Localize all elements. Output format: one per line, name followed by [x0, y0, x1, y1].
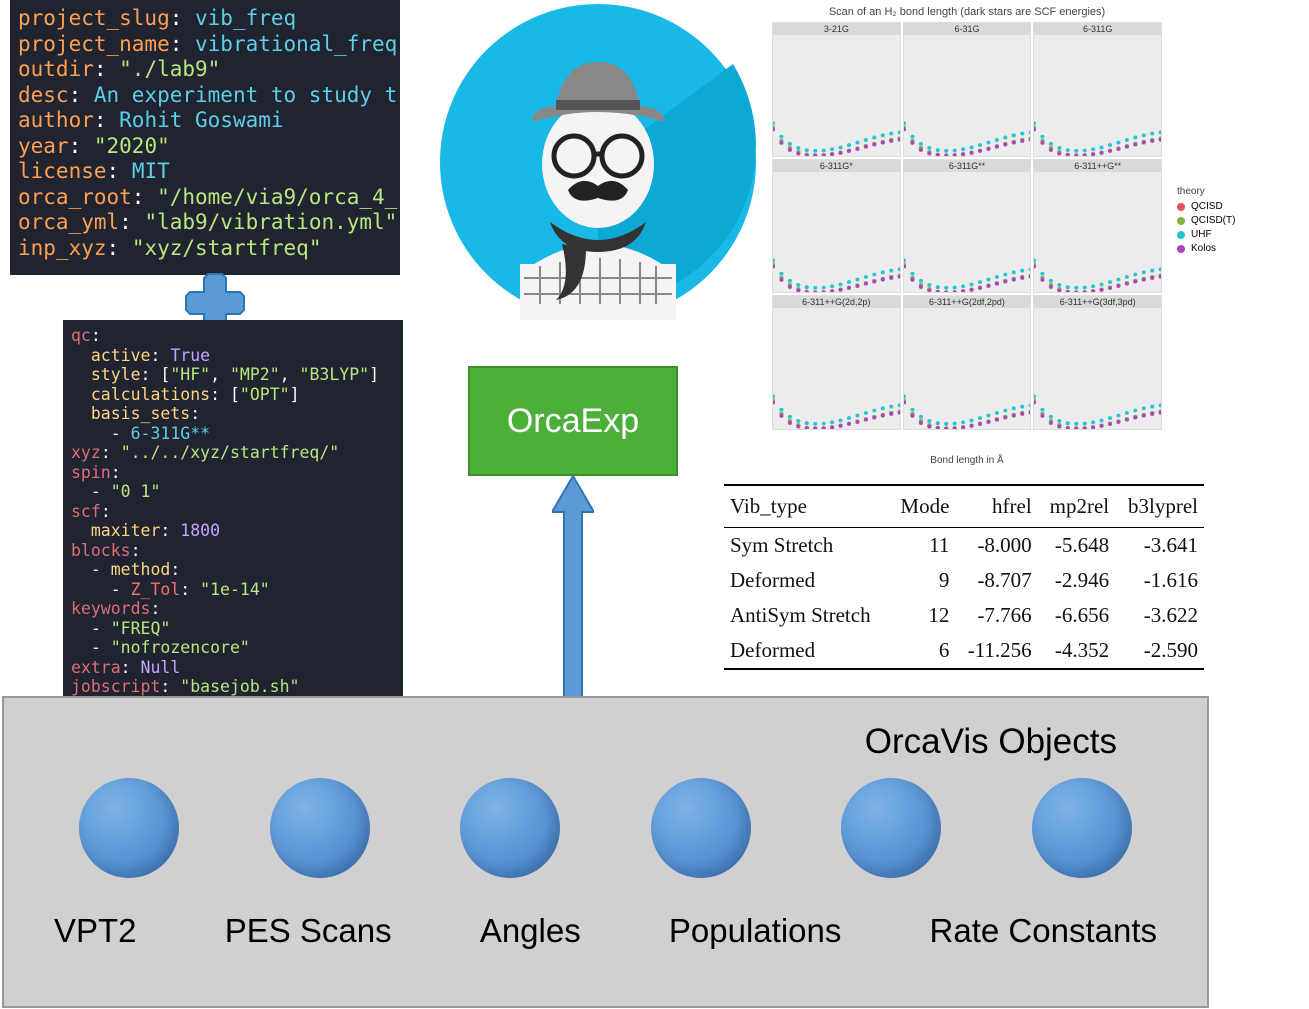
chart-title: Scan of an H₂ bond length (dark stars ar… — [772, 6, 1162, 18]
orcavis-panel: OrcaVis Objects VPT2 PES Scans Angles Popul… — [2, 696, 1209, 1008]
orcavis-node-icon — [270, 778, 370, 878]
legend-dot-icon — [1177, 203, 1185, 211]
chart-facet: 6-311++G(2d,2p) — [772, 295, 901, 430]
legend-dot-icon — [1177, 245, 1185, 253]
table-header: hfrel — [955, 485, 1037, 528]
legend-item: UHF — [1177, 229, 1297, 240]
legend-item: QCISD — [1177, 201, 1297, 212]
orcavis-label: Rate Constants — [930, 912, 1157, 950]
chart-facet: 6-311G* — [772, 159, 901, 294]
table-row: Sym Stretch11-8.000-5.648-3.641 — [724, 528, 1204, 564]
chart-facet: 6-311G — [1033, 22, 1162, 157]
orcaexp-label: OrcaExp — [507, 402, 639, 441]
orcavis-node-icon — [79, 778, 179, 878]
chart-facet: 3-21G — [772, 22, 901, 157]
table-header: mp2rel — [1038, 485, 1115, 528]
chart-facet: 6-31G — [903, 22, 1032, 157]
table-header: b3lyprel — [1115, 485, 1204, 528]
table-row: Deformed6-11.256-4.352-2.590 — [724, 633, 1204, 669]
legend-item: Kolos — [1177, 243, 1297, 254]
arrow-up-icon — [552, 476, 594, 698]
chart-facet: 6-311G** — [903, 159, 1032, 294]
legend-dot-icon — [1177, 231, 1185, 239]
chart-facet: 6-311++G(3df,3pd) — [1033, 295, 1162, 430]
config-yaml-1: project_slug: vib_freq project_name: vib… — [10, 0, 400, 275]
orcavis-node-icon — [651, 778, 751, 878]
table-header: Mode — [889, 485, 955, 528]
facet-chart-panel: Scan of an H₂ bond length (dark stars ar… — [772, 6, 1297, 448]
legend-item: QCISD(T) — [1177, 215, 1297, 226]
orcaexp-box: OrcaExp — [468, 366, 678, 476]
hipster-avatar-icon — [440, 4, 756, 320]
table-row: Deformed9-8.707-2.946-1.616 — [724, 563, 1204, 598]
legend-dot-icon — [1177, 217, 1185, 225]
orcavis-node-icon — [841, 778, 941, 878]
orcavis-label: Populations — [669, 912, 841, 950]
config-yaml-2: qc: active: True style: ["HF", "MP2", "B… — [63, 320, 403, 698]
table-header: Vib_type — [724, 485, 889, 528]
table-row: AntiSym Stretch12-7.766-6.656-3.622 — [724, 598, 1204, 633]
chart-legend: theory QCISD QCISD(T) UHF Kolos — [1177, 186, 1297, 257]
vib-table: Vib_typeModehfrelmp2relb3lyprelSym Stret… — [724, 484, 1204, 670]
chart-facet: 6-311++G** — [1033, 159, 1162, 294]
orcavis-node-icon — [460, 778, 560, 878]
orcavis-label: Angles — [480, 912, 581, 950]
orcavis-label: VPT2 — [54, 912, 137, 950]
orcavis-title: OrcaVis Objects — [34, 722, 1117, 762]
orcavis-node-icon — [1032, 778, 1132, 878]
orcavis-label: PES Scans — [225, 912, 392, 950]
chart-xlabel: Bond length in Å — [772, 455, 1162, 466]
chart-facet: 6-311++G(2df,2pd) — [903, 295, 1032, 430]
